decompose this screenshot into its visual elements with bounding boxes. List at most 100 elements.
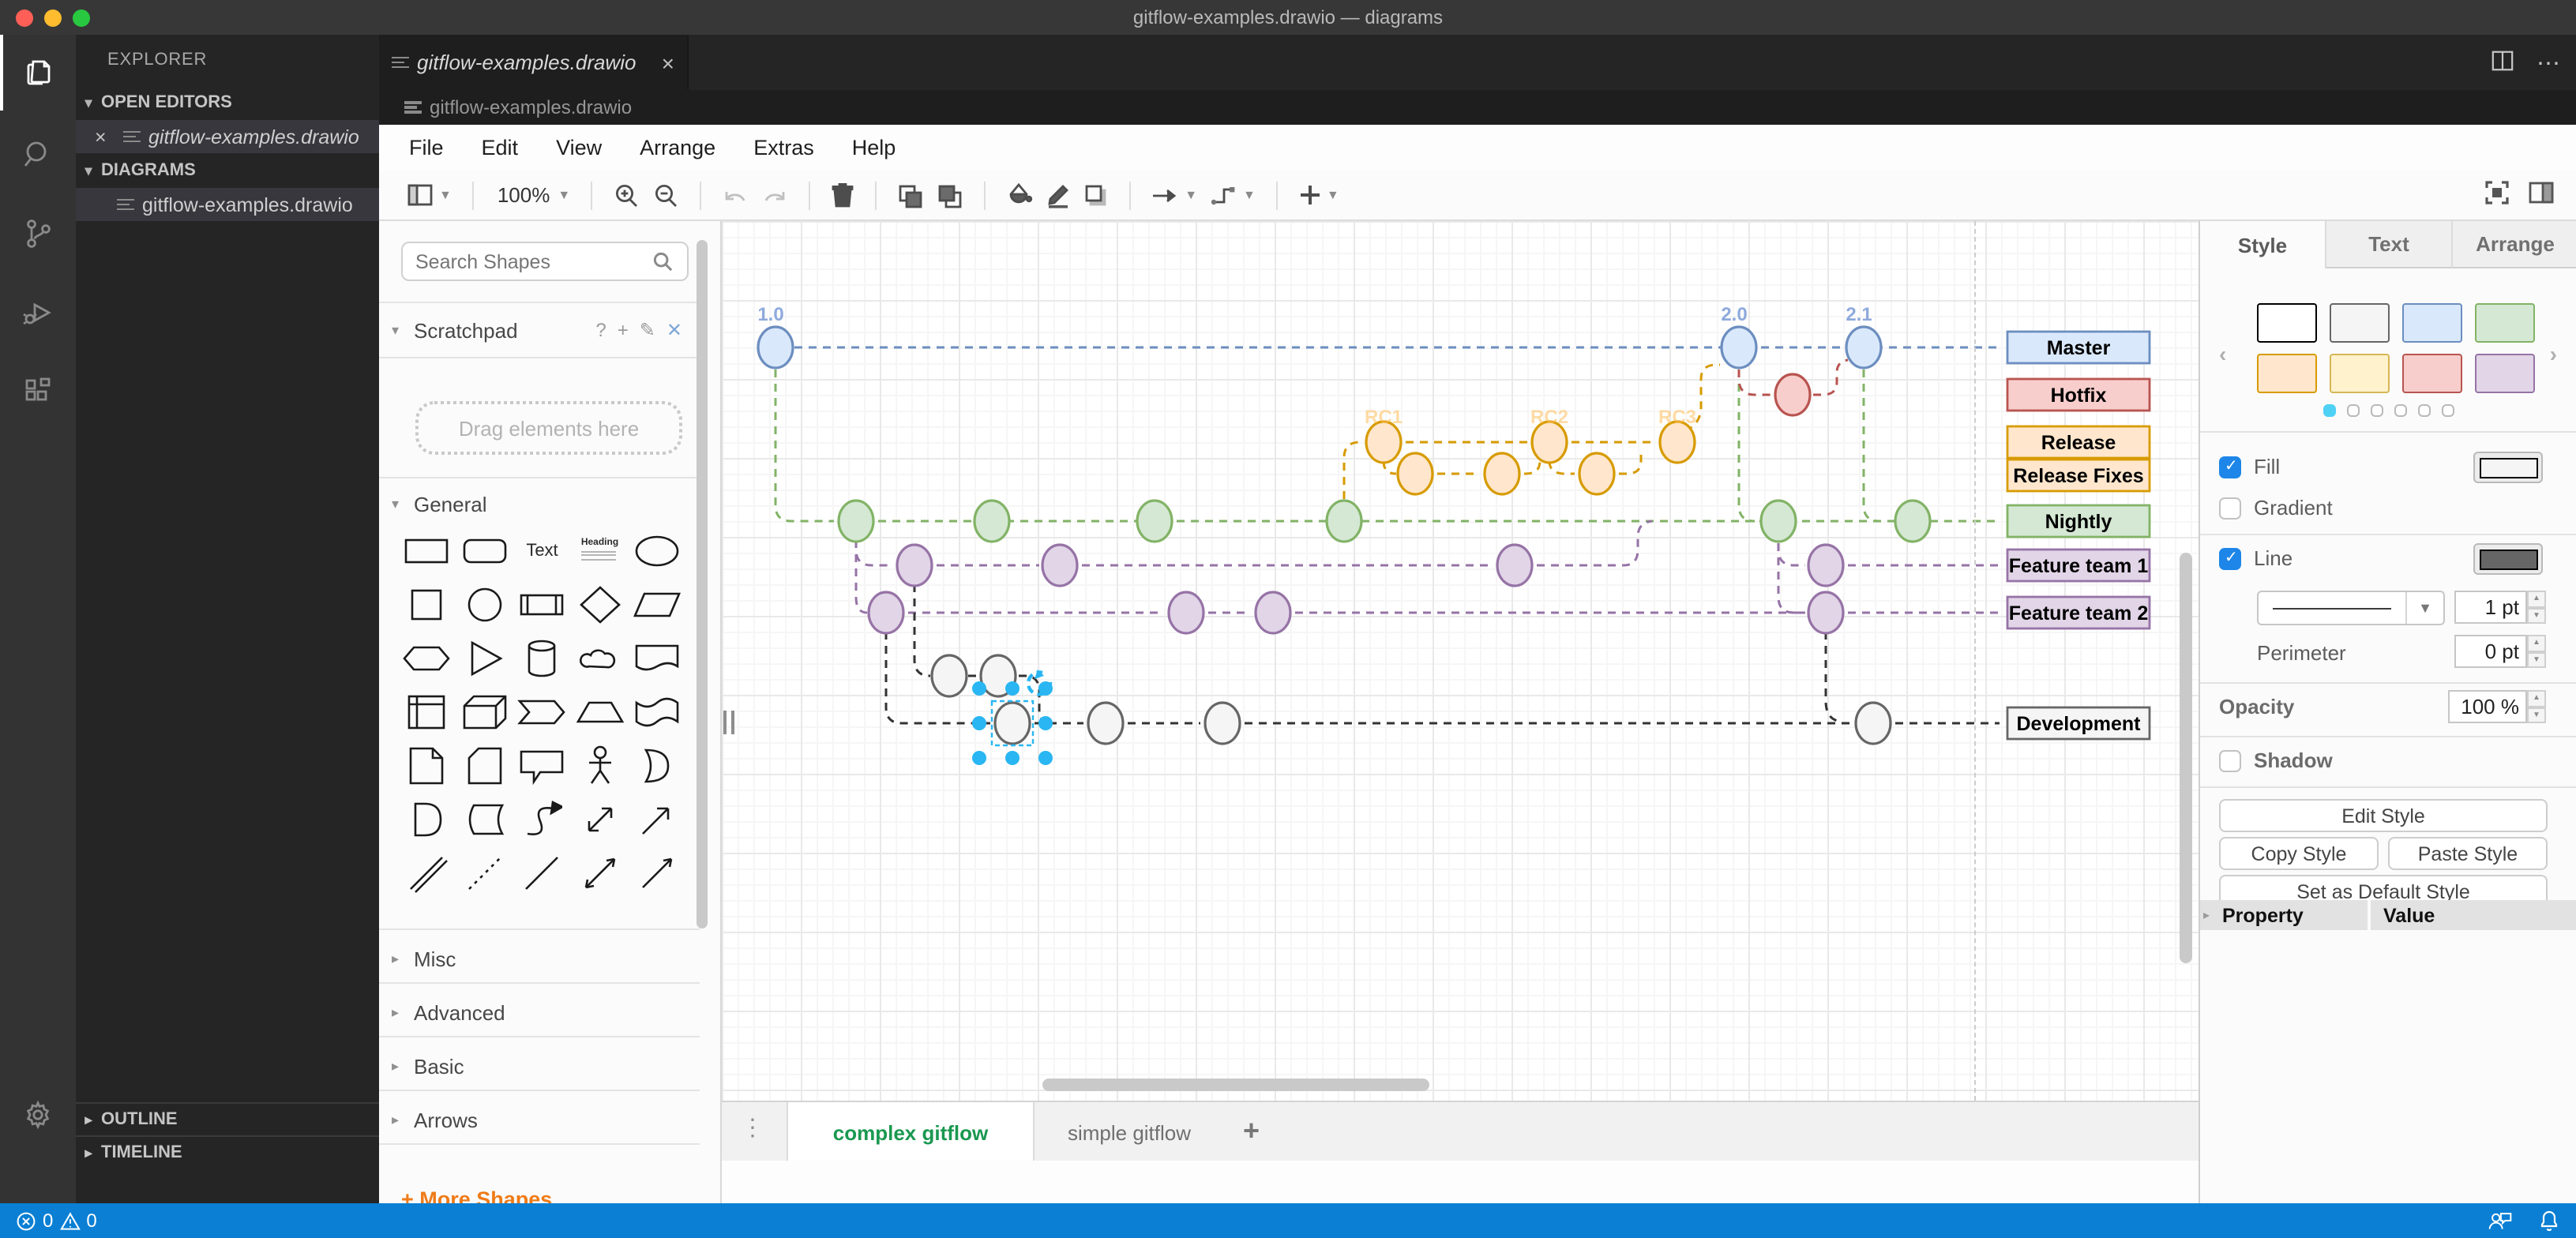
commit-node[interactable]	[1807, 591, 1845, 635]
line-width-input[interactable]: 1 pt	[2454, 591, 2527, 624]
line-color-button[interactable]	[1039, 174, 1077, 216]
scratchpad-add-icon[interactable]: +	[618, 319, 629, 341]
zoom-in-button[interactable]	[606, 174, 646, 216]
shape-bidirectional-arrow[interactable]	[571, 793, 629, 846]
property-table-header[interactable]: ▸ Property Value	[2200, 900, 2576, 930]
pagination-dot[interactable]	[2394, 404, 2407, 417]
perimeter-input[interactable]: 0 pt	[2454, 635, 2527, 668]
split-editor-icon[interactable]	[2491, 48, 2514, 77]
shapes-scrollbar[interactable]	[697, 240, 708, 928]
commit-node[interactable]	[973, 499, 1011, 543]
menu-arrange[interactable]: Arrange	[640, 136, 715, 159]
shape-tape[interactable]	[629, 685, 686, 739]
branch-edge[interactable]	[1777, 543, 1805, 614]
shape-dashed-line[interactable]	[456, 846, 513, 900]
menu-view[interactable]: View	[556, 136, 602, 159]
close-tab-icon[interactable]: ×	[662, 50, 674, 75]
commit-node[interactable]	[1325, 499, 1363, 543]
canvas-horizontal-scrollbar[interactable]	[1042, 1079, 1429, 1091]
branch-edge[interactable]	[1862, 370, 1880, 523]
minimize-traffic-light[interactable]	[44, 9, 62, 26]
fill-color-button[interactable]	[1000, 174, 1039, 216]
tab-gitflow-examples[interactable]: gitflow-examples.drawio ×	[379, 35, 689, 90]
shape-text[interactable]: Text	[513, 524, 571, 578]
shape-arrow[interactable]	[629, 793, 686, 846]
commit-node[interactable]	[1204, 701, 1241, 745]
problems-indicator[interactable]: 0 0	[16, 1210, 97, 1232]
close-traffic-light[interactable]	[16, 9, 33, 26]
commit-node[interactable]	[867, 591, 905, 635]
selection-handle[interactable]	[1005, 681, 1020, 696]
shape-cloud[interactable]	[571, 632, 629, 685]
style-swatch[interactable]	[2475, 354, 2535, 393]
commit-node[interactable]	[757, 325, 794, 370]
perimeter-stepper[interactable]: ▲ ▼	[2527, 635, 2546, 668]
fill-checkbox[interactable]	[2219, 456, 2241, 478]
scratchpad-dropzone[interactable]: Drag elements here	[415, 401, 682, 455]
shape-actor[interactable]	[571, 739, 629, 793]
commit-node[interactable]	[1720, 325, 1758, 370]
line-width-stepper[interactable]: ▲ ▼	[2527, 591, 2546, 624]
open-editors-section[interactable]: ▾ OPEN EDITORS	[76, 87, 379, 118]
shape-process[interactable]	[513, 578, 571, 632]
notifications-bell-icon[interactable]	[2538, 1210, 2560, 1232]
section-basic[interactable]: ▸ Basic	[392, 1049, 692, 1083]
connection-style-button[interactable]: ▼	[1145, 174, 1204, 216]
pagination-dot[interactable]	[2323, 404, 2336, 417]
section-misc[interactable]: ▸ Misc	[392, 941, 692, 976]
menu-extras[interactable]: Extras	[753, 136, 814, 159]
commit-node[interactable]	[1807, 543, 1845, 587]
opacity-stepper[interactable]: ▲ ▼	[2527, 690, 2546, 723]
branch-edge[interactable]	[1737, 370, 1772, 396]
commit-node[interactable]	[1041, 543, 1079, 587]
panel-resize-grip[interactable]	[723, 711, 734, 734]
branch-edge[interactable]	[1342, 441, 1361, 499]
line-color-swatch[interactable]	[2473, 543, 2543, 575]
shape-square[interactable]	[398, 578, 456, 632]
branch-edge[interactable]	[1813, 358, 1849, 396]
shape-curve-arrow[interactable]	[513, 793, 571, 846]
selection-handle[interactable]	[1038, 716, 1053, 730]
style-swatch[interactable]	[2330, 354, 2390, 393]
commit-node[interactable]	[1894, 499, 1932, 543]
swatch-prev-icon[interactable]: ‹	[2219, 341, 2226, 366]
shape-parallelogram[interactable]	[629, 578, 686, 632]
to-front-button[interactable]	[891, 174, 930, 216]
search-icon[interactable]	[0, 117, 76, 193]
shadow-button[interactable]	[1077, 174, 1115, 216]
line-style-dropdown[interactable]: ▼	[2257, 591, 2445, 625]
zoom-out-button[interactable]	[646, 174, 685, 216]
page-tab-complex-gitflow[interactable]: complex gitflow	[787, 1102, 1035, 1162]
view-panels-button[interactable]: ▼	[401, 174, 458, 216]
page-tab-simple-gitflow[interactable]: simple gitflow	[1035, 1102, 1224, 1162]
copy-style-button[interactable]: Copy Style	[2219, 837, 2379, 870]
pagination-dot[interactable]	[2347, 404, 2360, 417]
selection-handle[interactable]	[972, 716, 986, 730]
branch-edge[interactable]	[854, 540, 892, 567]
shape-or[interactable]	[629, 739, 686, 793]
shape-ellipse[interactable]	[629, 524, 686, 578]
commit-node[interactable]	[993, 701, 1031, 745]
zoom-level-button[interactable]: 100% ▼	[488, 174, 576, 216]
extensions-icon[interactable]	[0, 354, 76, 430]
diagram-file-item[interactable]: gitflow-examples.drawio	[76, 188, 379, 221]
selection-handle[interactable]	[972, 681, 986, 696]
fullscreen-icon[interactable]	[2484, 180, 2510, 210]
format-panel-toggle-icon[interactable]	[2529, 182, 2554, 208]
gradient-checkbox[interactable]	[2219, 497, 2241, 519]
shape-diamond[interactable]	[571, 578, 629, 632]
scratchpad-close-icon[interactable]: ✕	[667, 319, 682, 341]
to-back-button[interactable]	[930, 174, 970, 216]
style-swatch[interactable]	[2402, 354, 2462, 393]
outline-section[interactable]: ▸ OUTLINE	[76, 1102, 379, 1135]
style-swatch[interactable]	[2475, 303, 2535, 343]
undo-button[interactable]	[715, 174, 755, 216]
waypoint-style-button[interactable]: ▼	[1204, 174, 1262, 216]
branch-edge[interactable]	[913, 584, 931, 677]
scratchpad-help-icon[interactable]: ?	[595, 319, 606, 341]
style-swatch[interactable]	[2330, 303, 2390, 343]
commit-node[interactable]	[1254, 591, 1292, 635]
shadow-checkbox[interactable]	[2219, 749, 2241, 771]
commit-node[interactable]	[1759, 499, 1797, 543]
shape-note[interactable]	[398, 739, 456, 793]
